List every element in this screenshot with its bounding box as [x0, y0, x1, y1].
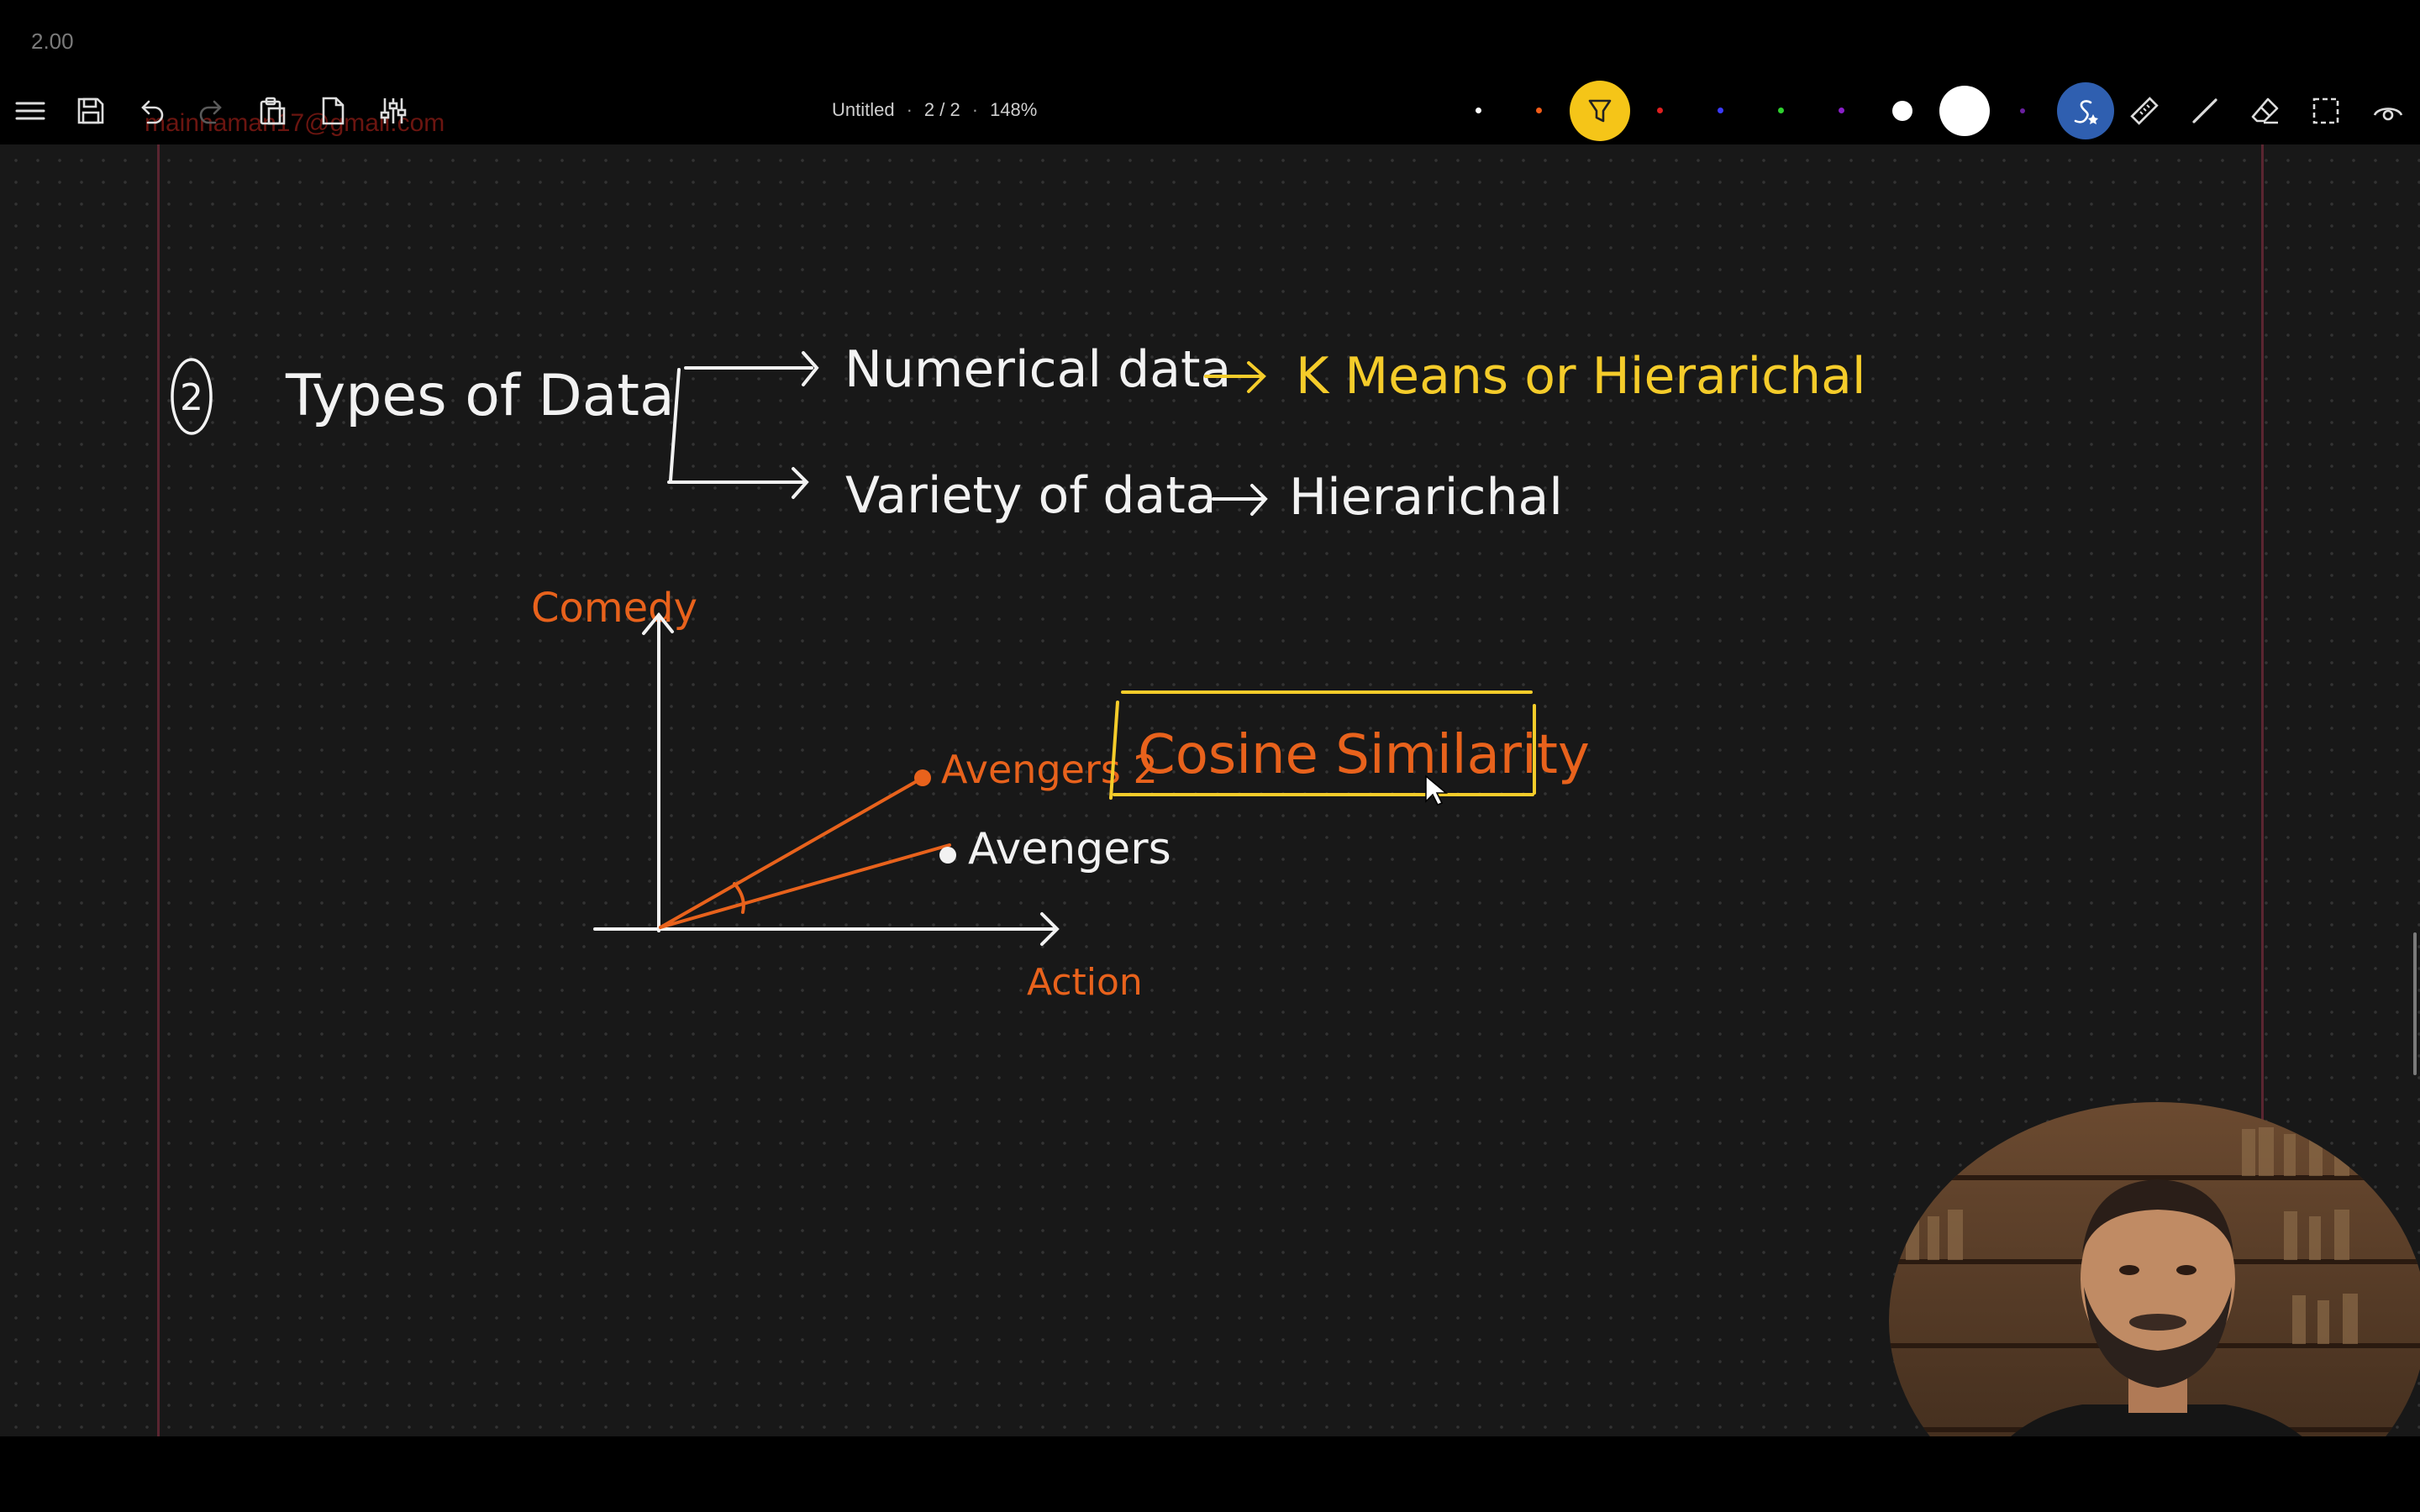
vector-lines: [659, 776, 951, 929]
view-icon[interactable]: [2365, 87, 2412, 134]
x-axis-label: Action: [1027, 961, 1143, 1004]
color-red-swatch[interactable]: [1657, 108, 1663, 113]
branch2-result: Hierarichal: [1289, 468, 1563, 527]
branch2-arrow: [1212, 484, 1268, 516]
line-icon[interactable]: [2181, 87, 2228, 134]
point-avengers: [939, 847, 956, 864]
document-info: Untitled · 2 / 2 · 148%: [832, 99, 1038, 120]
whiteboard-canvas[interactable]: 2 Types of Data Numerical data K Means o…: [0, 144, 2420, 1436]
color-green-swatch[interactable]: [1778, 108, 1784, 113]
top-toolbar: 2.00 mainnaman17@gmail.com Untitled · 2 / …: [0, 0, 2420, 144]
branch1-result: K Means or Hierarichal: [1296, 347, 1866, 406]
selection-icon[interactable]: [2302, 87, 2349, 134]
stroke-size-small[interactable]: [2020, 108, 2025, 113]
branch2-label: Variety of data: [845, 466, 1217, 525]
color-orange-swatch[interactable]: [1536, 108, 1542, 113]
color-white-swatch[interactable]: [1476, 108, 1481, 113]
highlighter-icon: [1588, 99, 1612, 123]
point1-label: Avengers 2: [941, 747, 1158, 792]
heading-types-of-data: Types of Data: [285, 363, 675, 429]
highlighter-active[interactable]: [1570, 81, 1630, 141]
branch-bracket: [667, 351, 819, 499]
page-icon[interactable]: [309, 87, 356, 134]
save-icon[interactable]: [67, 87, 114, 134]
shape-recognition-icon[interactable]: [2057, 82, 2114, 139]
page-indicator[interactable]: 2 / 2: [924, 99, 960, 120]
point2-label: Avengers: [968, 824, 1171, 874]
eraser-icon[interactable]: [2242, 87, 2289, 134]
branch1-label: Numerical data: [844, 340, 1231, 399]
undo-icon[interactable]: [128, 87, 175, 134]
y-axis-label: Comedy: [531, 585, 697, 632]
stroke-size-medium[interactable]: [1892, 101, 1912, 121]
document-title[interactable]: Untitled: [832, 99, 895, 120]
playback-speed: 2.00: [31, 29, 74, 54]
color-purple-swatch[interactable]: [1839, 108, 1844, 113]
scrollbar-thumb[interactable]: [2413, 932, 2417, 1075]
point-avengers-2: [914, 769, 931, 786]
ruler-icon[interactable]: [2121, 87, 2168, 134]
clipboard-icon[interactable]: [249, 87, 296, 134]
color-blue-swatch[interactable]: [1718, 108, 1723, 113]
redo-icon[interactable]: [188, 87, 235, 134]
section-number: 2: [180, 376, 203, 419]
stroke-size-large[interactable]: [1939, 86, 1990, 136]
boxed-term: Cosine Similarity: [1138, 724, 1590, 786]
settings-sliders-icon[interactable]: [370, 87, 417, 134]
zoom-level[interactable]: 148%: [990, 99, 1037, 120]
menu-icon[interactable]: [7, 87, 54, 134]
bottom-bar: [0, 1436, 2420, 1512]
